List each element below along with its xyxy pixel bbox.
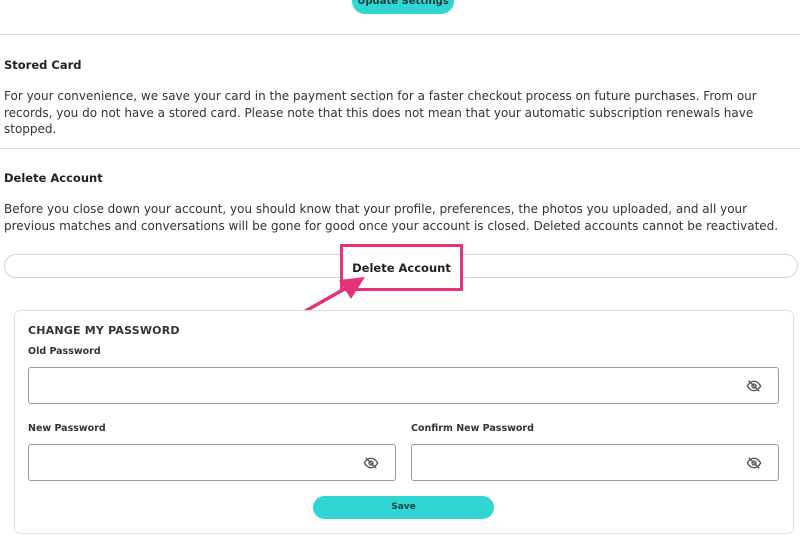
- confirm-password-label: Confirm New Password: [411, 423, 534, 434]
- eye-slash-icon[interactable]: [746, 455, 762, 471]
- eye-slash-icon[interactable]: [363, 455, 379, 471]
- change-password-title: CHANGE MY PASSWORD: [28, 324, 180, 337]
- new-password-label: New Password: [28, 423, 106, 434]
- delete-account-label: Delete Account: [352, 260, 451, 275]
- divider: [0, 34, 800, 35]
- eye-slash-icon[interactable]: [746, 378, 762, 394]
- change-password-card: CHANGE MY PASSWORD Old Password New Pass…: [14, 310, 794, 534]
- delete-account-button[interactable]: Delete Account: [340, 244, 463, 291]
- stored-card-heading: Stored Card: [4, 58, 82, 72]
- old-password-field[interactable]: [28, 367, 779, 404]
- stored-card-text: For your convenience, we save your card …: [4, 89, 757, 136]
- divider: [0, 148, 800, 149]
- old-password-label: Old Password: [28, 346, 101, 357]
- save-button[interactable]: Save: [313, 496, 494, 519]
- delete-account-heading: Delete Account: [4, 171, 103, 185]
- delete-account-text: Before you close down your account, you …: [4, 202, 779, 233]
- update-settings-button[interactable]: Update Settings: [352, 0, 454, 14]
- confirm-password-field[interactable]: [411, 444, 779, 481]
- new-password-field[interactable]: [28, 444, 396, 481]
